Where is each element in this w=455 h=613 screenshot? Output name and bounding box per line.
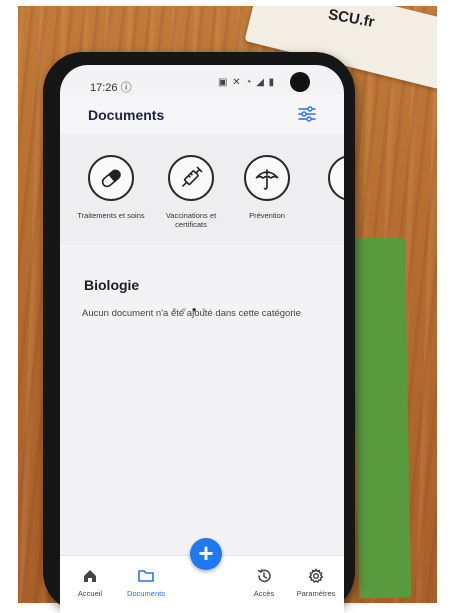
nav-acces[interactable]: Accès [236, 568, 292, 598]
nav-label: Accès [253, 589, 275, 598]
category-label: Traitements et soins [77, 211, 145, 220]
syringe-icon [181, 166, 203, 188]
front-camera [290, 72, 310, 92]
category-label: Prévention [249, 211, 285, 220]
nav-label: Accueil [77, 589, 103, 598]
bottom-navigation: Accueil Documents + Accès Paramètres [60, 538, 344, 613]
umbrella-icon [255, 169, 279, 190]
phone-screen: 17:26 ⓘ ▣ ✕ ◔ ◢ ▮ Documents Traitements … [60, 65, 344, 613]
nav-parametres[interactable]: Paramètres [288, 568, 344, 598]
page-title: Documents [88, 107, 165, 123]
category-vaccinations[interactable]: Vaccinations et certificats [152, 155, 230, 229]
section-title: Biologie [84, 277, 140, 293]
nav-label: Documents [127, 589, 165, 598]
status-icons: ▣ ✕ ◔ ◢ ▮ [218, 77, 276, 88]
category-carousel[interactable]: Traitements et soins Vaccinations et cer… [60, 135, 344, 314]
nav-documents[interactable]: Documents [118, 568, 174, 598]
history-icon [257, 569, 271, 583]
settings-icon [308, 568, 324, 584]
status-time: 17:26 ⓘ [90, 82, 132, 94]
green-card [352, 237, 412, 599]
category-traitements[interactable]: Traitements et soins [72, 155, 150, 220]
tune-icon [298, 106, 316, 122]
nav-label: Paramètres [296, 589, 336, 598]
nav-accueil[interactable]: Accueil [62, 568, 118, 598]
home-icon [84, 570, 96, 582]
add-document-button[interactable]: + [190, 538, 222, 570]
category-prevention[interactable]: Prévention [228, 155, 306, 220]
pill-icon [101, 169, 121, 188]
app-header: Documents [60, 95, 344, 131]
filter-button[interactable] [296, 103, 318, 125]
empty-state-message: Aucun document n'a été ajouté dans cette… [82, 308, 301, 319]
folder-icon [138, 570, 154, 582]
category-partial[interactable] [312, 155, 344, 201]
category-label: Vaccinations et certificats [165, 211, 217, 229]
